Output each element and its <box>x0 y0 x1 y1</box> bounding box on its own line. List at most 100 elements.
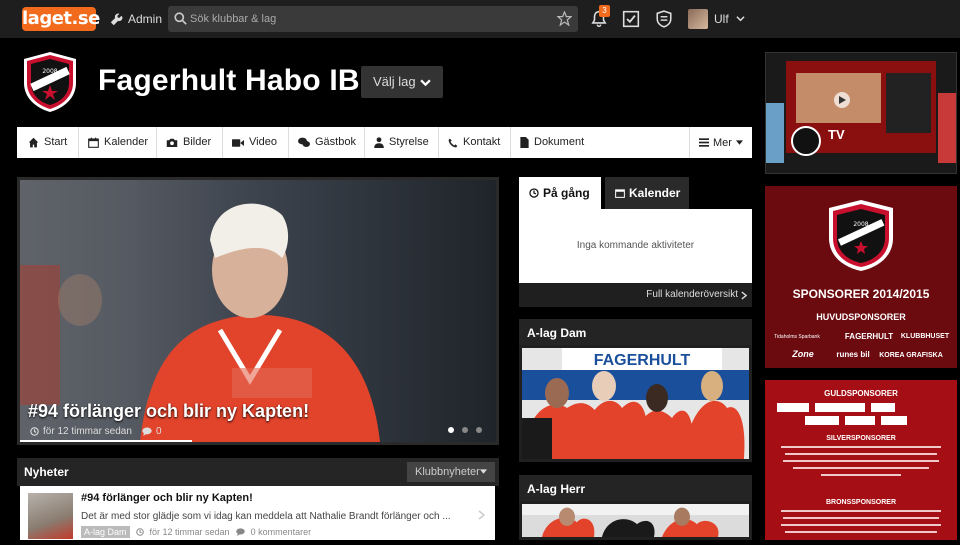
user-icon <box>374 137 384 148</box>
news-title[interactable]: #94 förlänger och blir ny Kapten! <box>81 492 253 504</box>
news-meta: A-lag Dam för 12 timmar sedan 0 kommenta… <box>81 526 311 538</box>
sponsor-name: KOREA GRAFISKA <box>879 352 943 359</box>
calendar-footer[interactable]: Full kalenderöversikt <box>519 283 752 307</box>
nav-label: Kalender <box>104 136 149 148</box>
nav-item-styrelse[interactable]: Styrelse <box>364 127 429 158</box>
nav-item-gastbok[interactable]: Gästbok <box>288 127 356 158</box>
hero-carousel[interactable]: #94 förlänger och blir ny Kapten! för 12… <box>17 177 499 445</box>
tv-label: TV <box>828 127 845 142</box>
shield-icon[interactable] <box>655 10 673 28</box>
tv-ad-banner[interactable]: TV <box>765 52 957 174</box>
svg-text:2008: 2008 <box>42 68 57 75</box>
nav-label: Video <box>249 136 277 148</box>
nav-item-video[interactable]: Video <box>222 127 277 158</box>
huvud-heading: HUVUDSPONSORER <box>816 312 906 322</box>
guld-heading: GULDSPONSORER <box>824 389 898 398</box>
hero-meta: för 12 timmar sedan 0 <box>30 426 162 437</box>
notification-badge: 3 <box>599 5 610 17</box>
team-header-herr[interactable]: A-lag Herr <box>519 475 752 501</box>
tab-label: På gång <box>543 186 590 200</box>
calendar-overview-link[interactable]: Full kalenderöversikt <box>646 289 738 300</box>
news-filter-dropdown[interactable]: Klubbnyheter <box>407 462 495 482</box>
hamburger-icon <box>699 138 710 147</box>
news-comments: 0 kommentarer <box>250 527 312 537</box>
silver-heading: SILVERSPONSORER <box>826 435 896 442</box>
sponsor-ad-image: 2008 SPONSORER 2014/2015 HUVUDSPONSORER … <box>765 186 957 368</box>
comments-icon <box>298 137 310 147</box>
checkbox-icon[interactable] <box>622 10 640 28</box>
club-crest-logo[interactable]: 2008 <box>22 51 78 113</box>
team-select-label: Välj lag <box>373 74 416 89</box>
calendar-panel: Inga kommande aktiviteter <box>519 209 752 283</box>
carousel-dot[interactable] <box>476 427 482 433</box>
club-title: Fagerhult Habo IB <box>98 64 360 97</box>
carousel-dots <box>448 427 482 433</box>
phone-icon <box>448 138 458 147</box>
nav-item-bilder[interactable]: Bilder <box>155 127 211 158</box>
carousel-dot[interactable] <box>448 427 454 433</box>
home-icon <box>28 137 39 148</box>
nav-label: Styrelse <box>389 136 429 148</box>
hero-title[interactable]: #94 förlänger och blir ny Kapten! <box>28 401 309 422</box>
sponsor-name: KLUBBHUSET <box>901 333 950 340</box>
team-photo-dam[interactable]: FAGERHULT <box>519 345 752 462</box>
admin-link[interactable]: Admin <box>110 10 162 28</box>
photo-banner-text: FAGERHULT <box>594 352 691 369</box>
top-bar: laget.se Admin 3 Ulf <box>0 0 960 38</box>
nav-item-dokument[interactable]: Dokument <box>509 127 584 158</box>
caret-down-icon <box>480 469 487 474</box>
carousel-dot[interactable] <box>462 427 468 433</box>
sponsor-ad-main[interactable]: 2008 SPONSORER 2014/2015 HUVUDSPONSORER … <box>765 186 957 368</box>
comment-icon <box>142 427 152 436</box>
news-time: för 12 timmar sedan <box>149 527 230 537</box>
news-filter-label: Klubbnyheter <box>415 466 480 478</box>
team-header-dam[interactable]: A-lag Dam <box>519 319 752 345</box>
club-nav: Start Kalender Bilder Video Gästbok Styr… <box>17 127 752 158</box>
calendar-icon <box>88 137 99 148</box>
star-icon[interactable] <box>557 11 572 26</box>
sponsor-name: runes bil <box>836 350 869 359</box>
document-icon <box>520 137 529 148</box>
sponsor-heading: SPONSORER 2014/2015 <box>793 287 930 301</box>
news-excerpt: Det är med stor glädje som vi idag kan m… <box>81 511 451 522</box>
nav-more-menu[interactable]: Mer <box>689 127 752 158</box>
news-header: Nyheter Klubbnyheter <box>17 458 499 486</box>
team-heading: A-lag Herr <box>527 482 586 496</box>
user-name[interactable]: Ulf <box>714 12 729 26</box>
laget-logo[interactable]: laget.se <box>22 7 100 31</box>
tab-pa-gang[interactable]: På gång <box>519 177 601 209</box>
crest-year: 2008 <box>853 221 868 228</box>
news-tag[interactable]: A-lag Dam <box>81 526 130 538</box>
tab-label: Kalender <box>629 186 681 200</box>
search-input[interactable] <box>190 9 550 29</box>
sponsor-name: Tidaholms Sparbank <box>774 334 820 340</box>
nav-item-start[interactable]: Start <box>28 127 67 158</box>
sponsor-name: Zone <box>791 349 814 359</box>
chevron-right-icon <box>741 291 747 300</box>
clock-icon <box>30 427 39 436</box>
tab-kalender[interactable]: Kalender <box>605 177 689 209</box>
nav-more-label: Mer <box>713 136 732 149</box>
team-select-dropdown[interactable]: Välj lag <box>361 66 443 98</box>
wrench-icon <box>110 13 123 25</box>
nav-item-kalender[interactable]: Kalender <box>77 127 149 158</box>
team-photo-image: FAGERHULT <box>522 348 749 459</box>
news-thumbnail <box>28 493 73 539</box>
chevron-down-icon <box>420 79 431 87</box>
hero-time: för 12 timmar sedan <box>43 426 132 437</box>
video-camera-icon <box>232 138 244 147</box>
team-photo-herr[interactable] <box>519 501 752 540</box>
news-heading: Nyheter <box>24 465 69 479</box>
news-list-item[interactable]: #94 förlänger och blir ny Kapten! Det är… <box>20 486 495 540</box>
sponsor-name: FAGERHULT <box>845 332 893 341</box>
chevron-down-icon[interactable] <box>736 14 745 23</box>
sponsor-ad-list[interactable]: GULDSPONSORER SILVERSPONSORER BRONSSPONS… <box>765 380 957 540</box>
search-icon <box>174 12 187 25</box>
avatar[interactable] <box>688 9 708 29</box>
hero-comments: 0 <box>155 426 162 437</box>
nav-label: Gästbok <box>315 136 356 148</box>
calendar-empty-text: Inga kommande aktiviteter <box>576 240 695 251</box>
nav-item-kontakt[interactable]: Kontakt <box>437 127 500 158</box>
admin-label: Admin <box>128 12 163 26</box>
clock-icon <box>135 528 144 536</box>
